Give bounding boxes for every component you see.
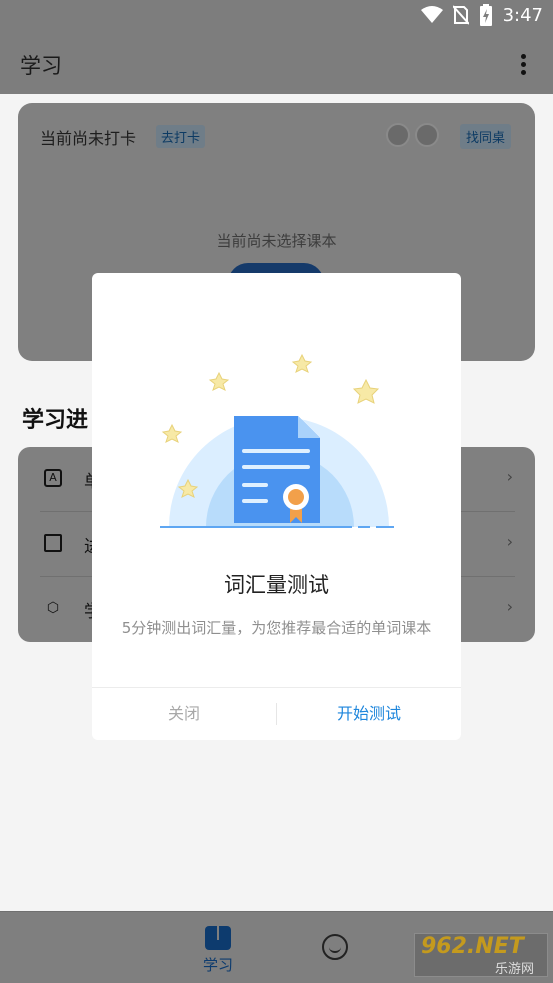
- dialog-actions: 关闭 开始测试: [92, 687, 461, 740]
- start-test-button[interactable]: 开始测试: [277, 688, 461, 740]
- certificate-document-illustration: [160, 353, 394, 528]
- vocab-test-dialog: 词汇量测试 5分钟测出词汇量，为您推荐最合适的单词课本 关闭 开始测试: [92, 273, 461, 740]
- dialog-title: 词汇量测试: [224, 573, 329, 597]
- close-button[interactable]: 关闭: [92, 688, 276, 740]
- dialog-description: 5分钟测出词汇量，为您推荐最合适的单词课本: [121, 619, 432, 637]
